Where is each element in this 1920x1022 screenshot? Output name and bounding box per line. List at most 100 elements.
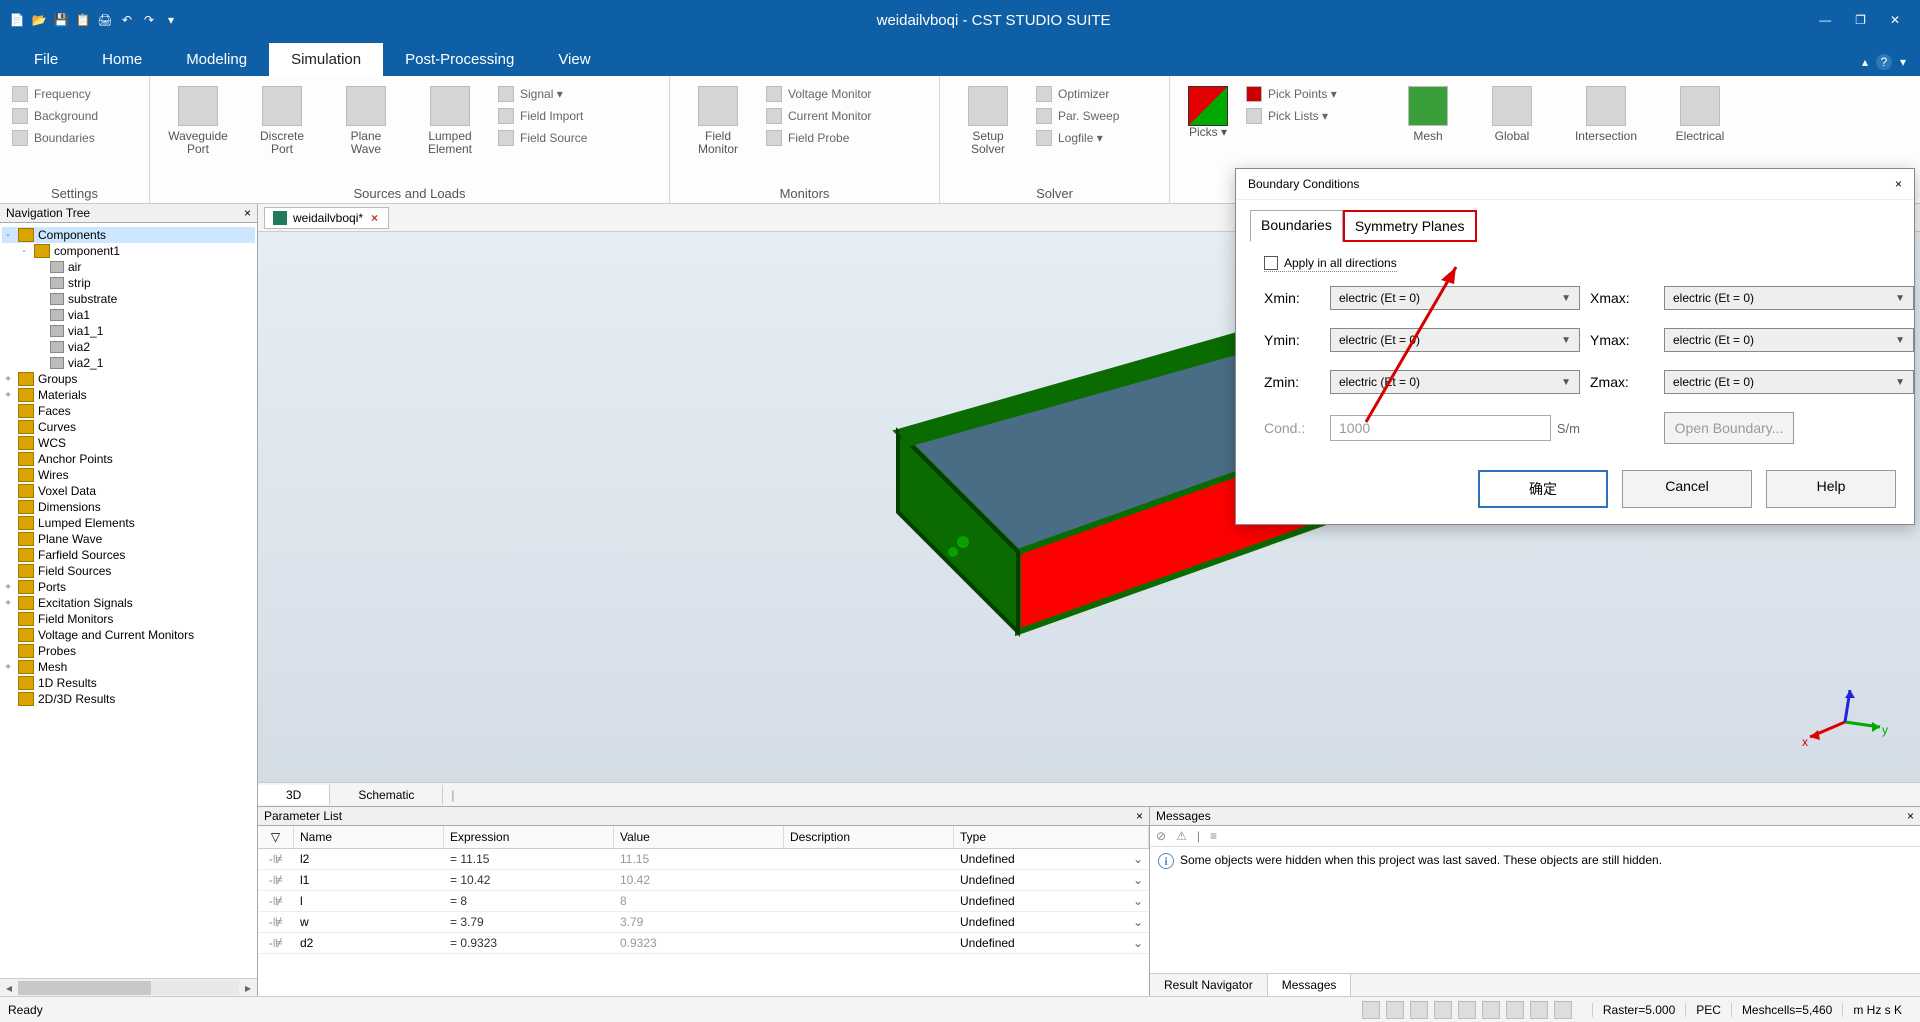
ok-button[interactable]: 确定 bbox=[1478, 470, 1608, 508]
tree-item[interactable]: via2 bbox=[2, 339, 255, 355]
tree-item[interactable]: Wires bbox=[2, 467, 255, 483]
status-tool-3[interactable] bbox=[1410, 1001, 1428, 1019]
tree-item[interactable]: Field Sources bbox=[2, 563, 255, 579]
scroll-right-icon[interactable]: ▸ bbox=[239, 981, 257, 995]
param-row[interactable]: -⊯l1= 10.4210.42Undefined⌄ bbox=[258, 870, 1149, 891]
tree-item[interactable]: Farfield Sources bbox=[2, 547, 255, 563]
field-source-button[interactable]: Field Source bbox=[494, 128, 591, 148]
status-tool-9[interactable] bbox=[1554, 1001, 1572, 1019]
help-dropdown-icon[interactable]: ▾ bbox=[1900, 55, 1906, 69]
tree-item[interactable]: via1_1 bbox=[2, 323, 255, 339]
ymax-combo[interactable]: electric (Et = 0)▼ bbox=[1664, 328, 1914, 352]
waveguide-port-button[interactable]: WaveguidePort bbox=[158, 80, 238, 156]
param-close-icon[interactable]: × bbox=[1136, 809, 1143, 823]
tree-item[interactable]: WCS bbox=[2, 435, 255, 451]
par-sweep-button[interactable]: Par. Sweep bbox=[1032, 106, 1123, 126]
qat-print-icon[interactable]: 🖨 bbox=[96, 11, 114, 29]
param-row[interactable]: -⊯l2= 11.1511.15Undefined⌄ bbox=[258, 849, 1149, 870]
tab-boundaries[interactable]: Boundaries bbox=[1250, 210, 1343, 242]
param-row[interactable]: -⊯l= 88Undefined⌄ bbox=[258, 891, 1149, 912]
qat-save-icon[interactable]: 💾 bbox=[52, 11, 70, 29]
lumped-element-button[interactable]: LumpedElement bbox=[410, 80, 490, 156]
tab-postprocessing[interactable]: Post-Processing bbox=[383, 43, 536, 76]
nav-close-icon[interactable]: × bbox=[244, 206, 251, 220]
col-name[interactable]: Name bbox=[294, 826, 444, 848]
document-tab[interactable]: weidailvboqi* × bbox=[264, 207, 389, 229]
cond-input[interactable]: 1000 bbox=[1330, 415, 1551, 441]
open-boundary-button[interactable]: Open Boundary... bbox=[1664, 412, 1794, 444]
mesh-button[interactable]: Mesh bbox=[1388, 80, 1468, 143]
ribbon-collapse-icon[interactable]: ▴ bbox=[1862, 55, 1868, 69]
tree-item[interactable]: Plane Wave bbox=[2, 531, 255, 547]
status-tool-6[interactable] bbox=[1482, 1001, 1500, 1019]
tree-item[interactable]: Dimensions bbox=[2, 499, 255, 515]
tree-item[interactable]: Voxel Data bbox=[2, 483, 255, 499]
tree-item[interactable]: strip bbox=[2, 275, 255, 291]
qat-new-icon[interactable]: 📄 bbox=[8, 11, 26, 29]
tree-item[interactable]: 2D/3D Results bbox=[2, 691, 255, 707]
tab-home[interactable]: Home bbox=[80, 43, 164, 76]
status-tool-8[interactable] bbox=[1530, 1001, 1548, 1019]
boundaries-button[interactable]: Boundaries bbox=[8, 128, 102, 148]
tree-item[interactable]: Anchor Points bbox=[2, 451, 255, 467]
pick-points-button[interactable]: Pick Points ▾ bbox=[1242, 84, 1341, 104]
param-row[interactable]: -⊯d2= 0.93230.9323Undefined⌄ bbox=[258, 933, 1149, 954]
discrete-port-button[interactable]: DiscretePort bbox=[242, 80, 322, 156]
tree-item[interactable]: +Materials bbox=[2, 387, 255, 403]
picks-button[interactable]: Picks ▾ bbox=[1178, 80, 1238, 139]
tree-item[interactable]: Field Monitors bbox=[2, 611, 255, 627]
zmin-combo[interactable]: electric (Et = 0)▼ bbox=[1330, 370, 1580, 394]
status-tool-4[interactable] bbox=[1434, 1001, 1452, 1019]
tree-item[interactable]: substrate bbox=[2, 291, 255, 307]
status-tool-1[interactable] bbox=[1362, 1001, 1380, 1019]
col-value[interactable]: Value bbox=[614, 826, 784, 848]
tree-item[interactable]: 1D Results bbox=[2, 675, 255, 691]
qat-redo-icon[interactable]: ↷ bbox=[140, 11, 158, 29]
doc-close-icon[interactable]: × bbox=[369, 211, 380, 225]
view-tab-3d[interactable]: 3D bbox=[258, 785, 330, 805]
logfile-button[interactable]: Logfile ▾ bbox=[1032, 128, 1123, 148]
zmax-combo[interactable]: electric (Et = 0)▼ bbox=[1664, 370, 1914, 394]
col-description[interactable]: Description bbox=[784, 826, 954, 848]
help-button[interactable]: Help bbox=[1766, 470, 1896, 508]
signal-button[interactable]: Signal ▾ bbox=[494, 84, 591, 104]
tab-simulation[interactable]: Simulation bbox=[269, 43, 383, 76]
msg-clear-icon[interactable]: ⊘ bbox=[1156, 829, 1166, 843]
tree-item[interactable]: +Mesh bbox=[2, 659, 255, 675]
dialog-close-icon[interactable]: × bbox=[1895, 177, 1902, 191]
current-monitor-button[interactable]: Current Monitor bbox=[762, 106, 875, 126]
axis-widget[interactable]: xy bbox=[1800, 682, 1890, 752]
xmin-combo[interactable]: electric (Et = 0)▼ bbox=[1330, 286, 1580, 310]
help-icon[interactable]: ? bbox=[1876, 54, 1892, 70]
msg-close-icon[interactable]: × bbox=[1907, 809, 1914, 823]
scroll-left-icon[interactable]: ◂ bbox=[0, 981, 18, 995]
setup-solver-button[interactable]: SetupSolver bbox=[948, 80, 1028, 156]
tree-item[interactable]: Faces bbox=[2, 403, 255, 419]
qat-dropdown-icon[interactable]: ▾ bbox=[162, 11, 180, 29]
tab-modeling[interactable]: Modeling bbox=[164, 43, 269, 76]
tree-item[interactable]: via2_1 bbox=[2, 355, 255, 371]
plane-wave-button[interactable]: PlaneWave bbox=[326, 80, 406, 156]
qat-copy-icon[interactable]: 📋 bbox=[74, 11, 92, 29]
tree-item[interactable]: +Groups bbox=[2, 371, 255, 387]
tab-view[interactable]: View bbox=[536, 43, 612, 76]
status-tool-2[interactable] bbox=[1386, 1001, 1404, 1019]
tree-item[interactable]: Probes bbox=[2, 643, 255, 659]
apply-all-checkbox[interactable]: Apply in all directions bbox=[1264, 256, 1397, 272]
tree-item[interactable]: Lumped Elements bbox=[2, 515, 255, 531]
pick-lists-button[interactable]: Pick Lists ▾ bbox=[1242, 106, 1341, 126]
frequency-button[interactable]: Frequency bbox=[8, 84, 102, 104]
param-row[interactable]: -⊯w= 3.793.79Undefined⌄ bbox=[258, 912, 1149, 933]
ymin-combo[interactable]: electric (Et = 0)▼ bbox=[1330, 328, 1580, 352]
cancel-button[interactable]: Cancel bbox=[1622, 470, 1752, 508]
col-type[interactable]: Type bbox=[954, 826, 1149, 848]
tree-item[interactable]: via1 bbox=[2, 307, 255, 323]
tab-result-navigator[interactable]: Result Navigator bbox=[1150, 974, 1268, 996]
tree-item[interactable]: Voltage and Current Monitors bbox=[2, 627, 255, 643]
tab-symmetry-planes[interactable]: Symmetry Planes bbox=[1343, 210, 1477, 242]
tree-item[interactable]: Curves bbox=[2, 419, 255, 435]
status-tool-5[interactable] bbox=[1458, 1001, 1476, 1019]
navigation-tree[interactable]: -Components-component1airstripsubstratev… bbox=[0, 223, 257, 978]
qat-open-icon[interactable]: 📂 bbox=[30, 11, 48, 29]
tab-file[interactable]: File bbox=[12, 43, 80, 76]
